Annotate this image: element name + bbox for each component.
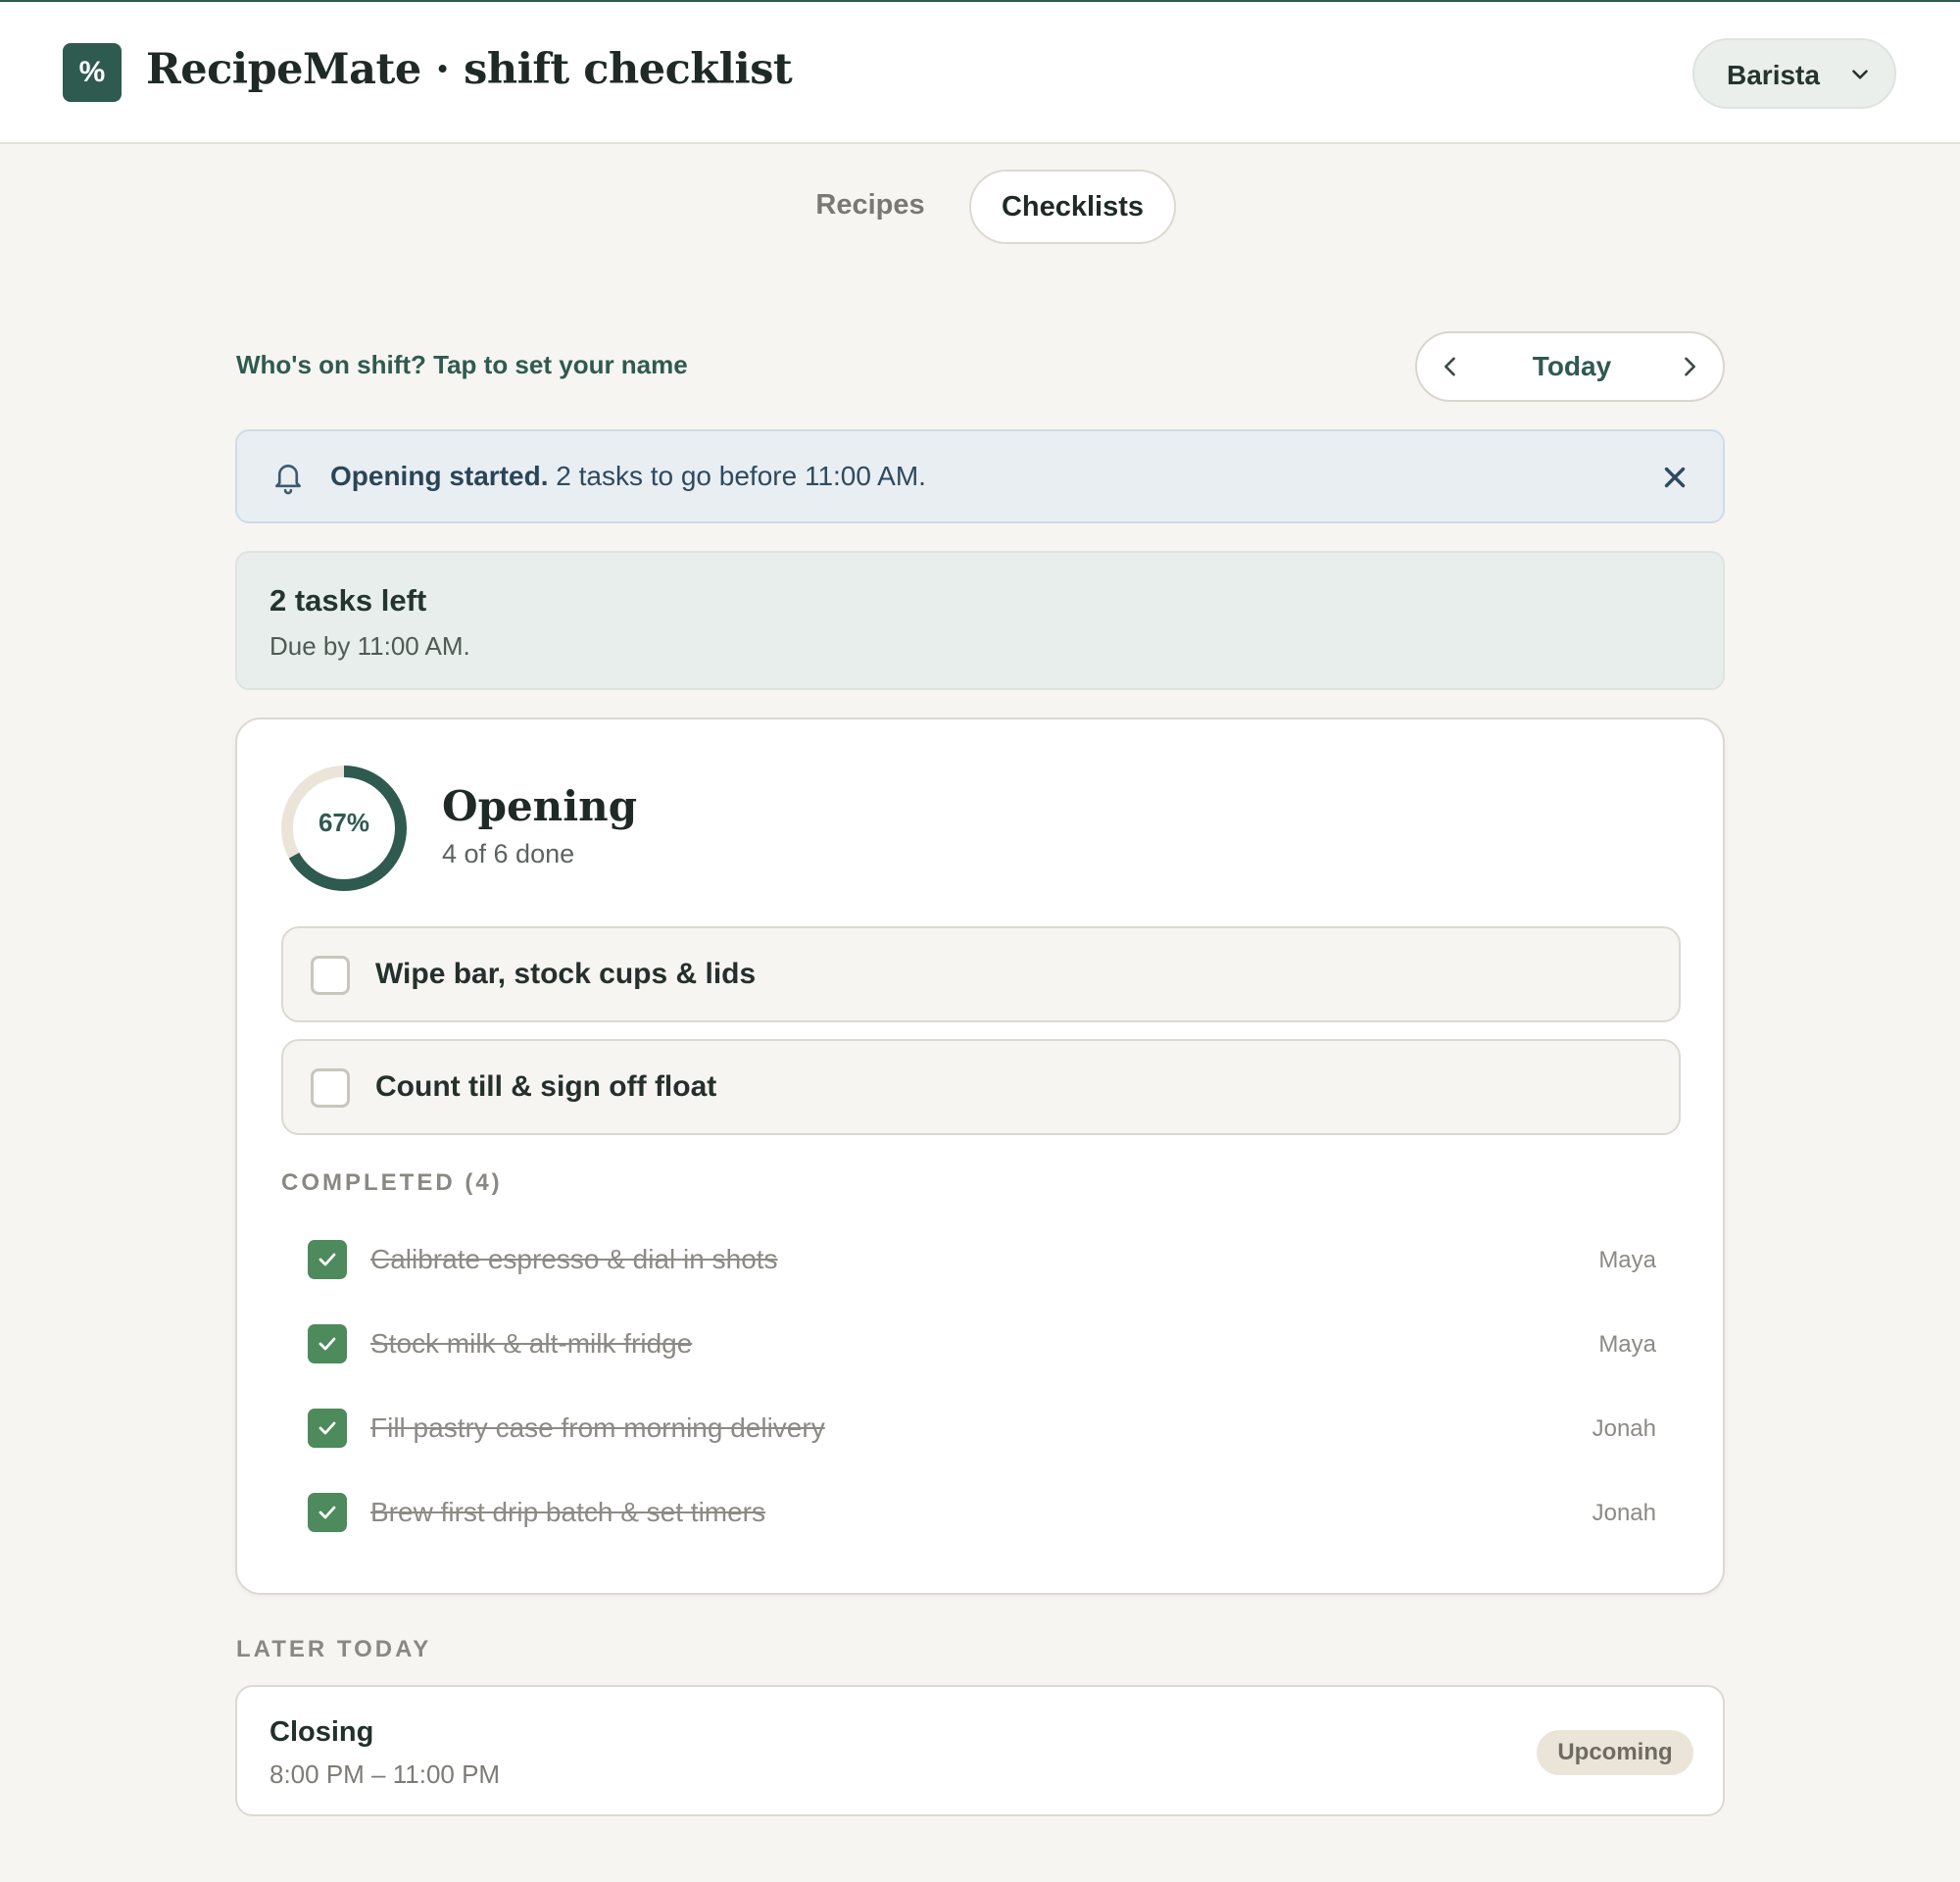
date-navigator: Today <box>1415 331 1725 402</box>
app-header: % RecipeMate · shift checklist Barista <box>0 2 1960 144</box>
completed-by: Jonah <box>1592 1415 1656 1442</box>
notice-bold: Opening started. <box>330 461 549 491</box>
checklist-title: Opening <box>442 782 638 830</box>
date-label[interactable]: Today <box>1476 351 1668 382</box>
completed-task[interactable]: Calibrate espresso & dial in shots Maya <box>308 1232 1656 1287</box>
shift-name-prompt[interactable]: Who's on shift? Tap to set your name <box>236 350 688 380</box>
tasks-summary: 2 tasks left Due by 11:00 AM. <box>235 551 1725 690</box>
chevron-left-icon[interactable] <box>1437 353 1464 380</box>
pending-task[interactable]: Count till & sign off float <box>281 1039 1681 1135</box>
check-icon[interactable] <box>308 1493 347 1532</box>
completed-task-label: Calibrate espresso & dial in shots <box>370 1244 778 1274</box>
summary-title: 2 tasks left <box>270 583 427 618</box>
completed-by: Maya <box>1598 1247 1656 1273</box>
completed-task-label: Fill pastry case from morning delivery <box>370 1412 825 1443</box>
completed-by: Maya <box>1598 1331 1656 1358</box>
role-select-value: Barista <box>1727 60 1820 90</box>
task-label: Count till & sign off float <box>375 1070 717 1103</box>
progress-percent: 67% <box>318 808 370 837</box>
close-icon[interactable] <box>1658 461 1691 494</box>
summary-subtitle: Due by 11:00 AM. <box>270 631 470 661</box>
notice-text: Opening started. 2 tasks to go before 11… <box>330 461 926 492</box>
check-icon[interactable] <box>308 1409 347 1448</box>
status-badge: Upcoming <box>1537 1730 1693 1775</box>
notice-detail: 2 tasks to go before 11:00 AM. <box>548 461 926 491</box>
check-icon[interactable] <box>308 1324 347 1363</box>
logo-icon: % <box>63 43 122 102</box>
chevron-down-icon <box>1852 70 1868 79</box>
checkbox-icon[interactable] <box>311 956 350 995</box>
app-title: RecipeMate · shift checklist <box>146 45 793 94</box>
completed-heading: COMPLETED (4) <box>281 1169 503 1196</box>
completed-task[interactable]: Fill pastry case from morning delivery J… <box>308 1401 1656 1456</box>
check-icon[interactable] <box>308 1240 347 1279</box>
later-today-heading: LATER TODAY <box>236 1636 432 1662</box>
chevron-right-icon[interactable] <box>1676 353 1703 380</box>
bell-icon <box>274 465 302 495</box>
pending-task[interactable]: Wipe bar, stock cups & lids <box>281 926 1681 1022</box>
checkbox-icon[interactable] <box>311 1068 350 1108</box>
later-title: Closing <box>270 1716 374 1748</box>
completed-task[interactable]: Stock milk & alt-milk fridge Maya <box>308 1316 1656 1371</box>
completed-task-label: Stock milk & alt-milk fridge <box>370 1328 693 1359</box>
role-select[interactable]: Barista <box>1692 38 1896 109</box>
tab-recipes[interactable]: Recipes <box>784 170 956 244</box>
task-label: Wipe bar, stock cups & lids <box>375 958 757 990</box>
completed-by: Jonah <box>1592 1500 1656 1526</box>
tab-checklists[interactable]: Checklists <box>969 170 1176 244</box>
notice-banner: Opening started. 2 tasks to go before 11… <box>235 429 1725 523</box>
completed-task-label: Brew first drip batch & set timers <box>370 1497 766 1527</box>
checklist-progress-text: 4 of 6 done <box>442 839 575 868</box>
completed-task[interactable]: Brew first drip batch & set timers Jonah <box>308 1485 1656 1540</box>
closing-checklist-card[interactable]: Closing 8:00 PM – 11:00 PM Upcoming <box>235 1685 1725 1816</box>
later-time: 8:00 PM – 11:00 PM <box>270 1759 501 1789</box>
opening-checklist-card: 67% Opening 4 of 6 done Wipe bar, stock … <box>235 718 1725 1595</box>
